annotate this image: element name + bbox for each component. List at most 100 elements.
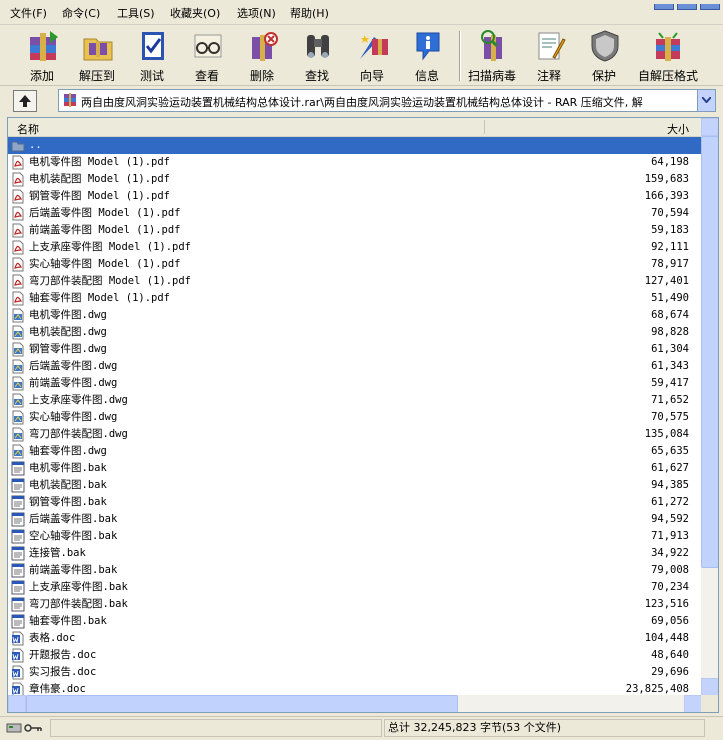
file-name: 钢管零件图.dwg — [29, 343, 107, 355]
file-row[interactable]: 上支承座零件图 Model (1).pdf 92,111 — [8, 239, 701, 256]
file-row[interactable]: 弯刀部件装配图 Model (1).pdf 127,401 — [8, 273, 701, 290]
file-row[interactable]: 上支承座零件图.bak 70,234 — [8, 579, 701, 596]
file-size: 68,674 — [651, 309, 689, 321]
file-row[interactable]: 空心轴零件图.bak 71,913 — [8, 528, 701, 545]
scroll-down-button[interactable] — [701, 678, 718, 696]
status-selection-panel — [50, 719, 382, 737]
horizontal-scrollbar[interactable] — [8, 695, 702, 712]
file-row[interactable]: 电机装配图.bak 94,385 — [8, 477, 701, 494]
scan-virus-button[interactable]: 扫描病毒 — [463, 27, 521, 83]
file-row[interactable]: 轴套零件图.dwg 65,635 — [8, 443, 701, 460]
wizard-button[interactable]: 向导 — [343, 27, 401, 83]
file-row[interactable]: 钢管零件图 Model (1).pdf 166,393 — [8, 188, 701, 205]
address-bar[interactable]: 两自由度风洞实验运动装置机械结构总体设计.rar\两自由度风洞实验运动装置机械结… — [58, 89, 716, 112]
file-name: 前端盖零件图.dwg — [29, 377, 118, 389]
file-size: 64,198 — [651, 156, 689, 168]
vertical-scroll-thumb[interactable] — [701, 136, 718, 568]
pdf-file-icon — [12, 240, 24, 255]
info-button[interactable]: 信息 — [398, 27, 456, 83]
bak-file-icon — [11, 495, 25, 510]
menu-options[interactable]: 选项(N) — [237, 5, 276, 21]
file-name: 电机装配图.dwg — [29, 326, 107, 338]
file-row[interactable]: 电机零件图.dwg 68,674 — [8, 307, 701, 324]
file-size: 92,111 — [651, 241, 689, 253]
info-icon — [416, 32, 440, 61]
minimize-icon[interactable] — [654, 4, 674, 10]
dwg-file-icon — [12, 376, 24, 391]
file-name: .. — [29, 139, 42, 151]
file-row[interactable]: 实习报告.doc 29,696 — [8, 664, 701, 681]
file-row[interactable]: 前端盖零件图.bak 79,008 — [8, 562, 701, 579]
up-folder-button[interactable] — [13, 90, 37, 112]
scroll-right-button[interactable] — [684, 695, 702, 712]
file-row[interactable]: 实心轴零件图.dwg 70,575 — [8, 409, 701, 426]
file-row[interactable]: 前端盖零件图.dwg 59,417 — [8, 375, 701, 392]
maximize-icon[interactable] — [677, 4, 697, 10]
horizontal-scroll-thumb[interactable] — [26, 695, 458, 712]
toolbar-separator — [459, 31, 461, 81]
file-row[interactable]: 电机零件图 Model (1).pdf 64,198 — [8, 154, 701, 171]
delete-button[interactable]: 删除 — [233, 27, 291, 83]
file-row[interactable]: 轴套零件图.bak 69,056 — [8, 613, 701, 630]
comment-icon — [538, 32, 566, 60]
view-button[interactable]: 查看 — [178, 27, 236, 83]
close-icon[interactable] — [700, 4, 720, 10]
view-glasses-icon — [194, 34, 222, 58]
menu-favorites[interactable]: 收藏夹(O) — [170, 5, 220, 21]
file-row[interactable]: 前端盖零件图 Model (1).pdf 59,183 — [8, 222, 701, 239]
rar-archive-icon — [64, 93, 76, 107]
file-row[interactable]: 后端盖零件图.dwg 61,343 — [8, 358, 701, 375]
file-row[interactable]: 上支承座零件图.dwg 71,652 — [8, 392, 701, 409]
file-row[interactable]: 表格.doc 104,448 — [8, 630, 701, 647]
file-row[interactable]: 连接管.bak 34,922 — [8, 545, 701, 562]
file-row[interactable]: 实心轴零件图 Model (1).pdf 78,917 — [8, 256, 701, 273]
menu-help[interactable]: 帮助(H) — [290, 5, 329, 21]
menu-file[interactable]: 文件(F) — [10, 5, 47, 21]
file-size: 61,627 — [651, 462, 689, 474]
file-name: 后端盖零件图.dwg — [29, 360, 118, 372]
column-divider[interactable] — [484, 120, 485, 134]
scan-virus-icon — [481, 30, 502, 61]
file-row[interactable]: 电机零件图.bak 61,627 — [8, 460, 701, 477]
bak-file-icon — [11, 580, 25, 595]
file-row[interactable]: 轴套零件图 Model (1).pdf 51,490 — [8, 290, 701, 307]
dwg-file-icon — [12, 393, 24, 408]
file-name: 轴套零件图 Model (1).pdf — [29, 292, 171, 304]
delete-icon — [252, 32, 278, 61]
file-row[interactable]: 弯刀部件装配图.bak 123,516 — [8, 596, 701, 613]
column-name-header[interactable]: 名称 — [17, 121, 39, 137]
bak-file-icon — [11, 614, 25, 629]
window-controls[interactable] — [651, 0, 721, 10]
file-row[interactable]: 钢管零件图.dwg 61,304 — [8, 341, 701, 358]
comment-button[interactable]: 注释 — [520, 27, 578, 83]
column-size-header[interactable]: 大小 — [667, 121, 689, 137]
pdf-file-icon — [12, 291, 24, 306]
menu-commands[interactable]: 命令(C) — [62, 5, 100, 21]
file-row[interactable]: 弯刀部件装配图.dwg 135,084 — [8, 426, 701, 443]
add-button[interactable]: 添加 — [13, 27, 71, 83]
file-name: 上支承座零件图.bak — [29, 581, 128, 593]
file-row[interactable]: 电机装配图.dwg 98,828 — [8, 324, 701, 341]
file-name: 电机零件图 Model (1).pdf — [29, 156, 171, 168]
parent-folder-row[interactable]: .. — [8, 137, 701, 154]
list-header: 名称 大小 — [8, 118, 701, 137]
menu-tools[interactable]: 工具(S) — [117, 5, 155, 21]
find-binoculars-icon — [307, 35, 329, 58]
file-row[interactable]: 电机装配图 Model (1).pdf 159,683 — [8, 171, 701, 188]
file-name: 实心轴零件图 Model (1).pdf — [29, 258, 181, 270]
address-dropdown-button[interactable] — [697, 90, 715, 111]
scroll-up-button[interactable] — [701, 118, 718, 136]
test-button[interactable]: 测试 — [123, 27, 181, 83]
file-size: 98,828 — [651, 326, 689, 338]
find-button[interactable]: 查找 — [288, 27, 346, 83]
protect-button[interactable]: 保护 — [575, 27, 633, 83]
file-row[interactable]: 开题报告.doc 48,640 — [8, 647, 701, 664]
file-row[interactable]: 后端盖零件图.bak 94,592 — [8, 511, 701, 528]
sfx-button[interactable]: 自解压格式 — [638, 27, 698, 83]
vertical-scrollbar[interactable] — [701, 118, 718, 696]
file-name: 开题报告.doc — [29, 649, 97, 661]
file-row[interactable]: 后端盖零件图 Model (1).pdf 70,594 — [8, 205, 701, 222]
extract-to-button[interactable]: 解压到 — [68, 27, 126, 83]
scroll-left-button[interactable] — [8, 695, 26, 712]
file-row[interactable]: 钢管零件图.bak 61,272 — [8, 494, 701, 511]
